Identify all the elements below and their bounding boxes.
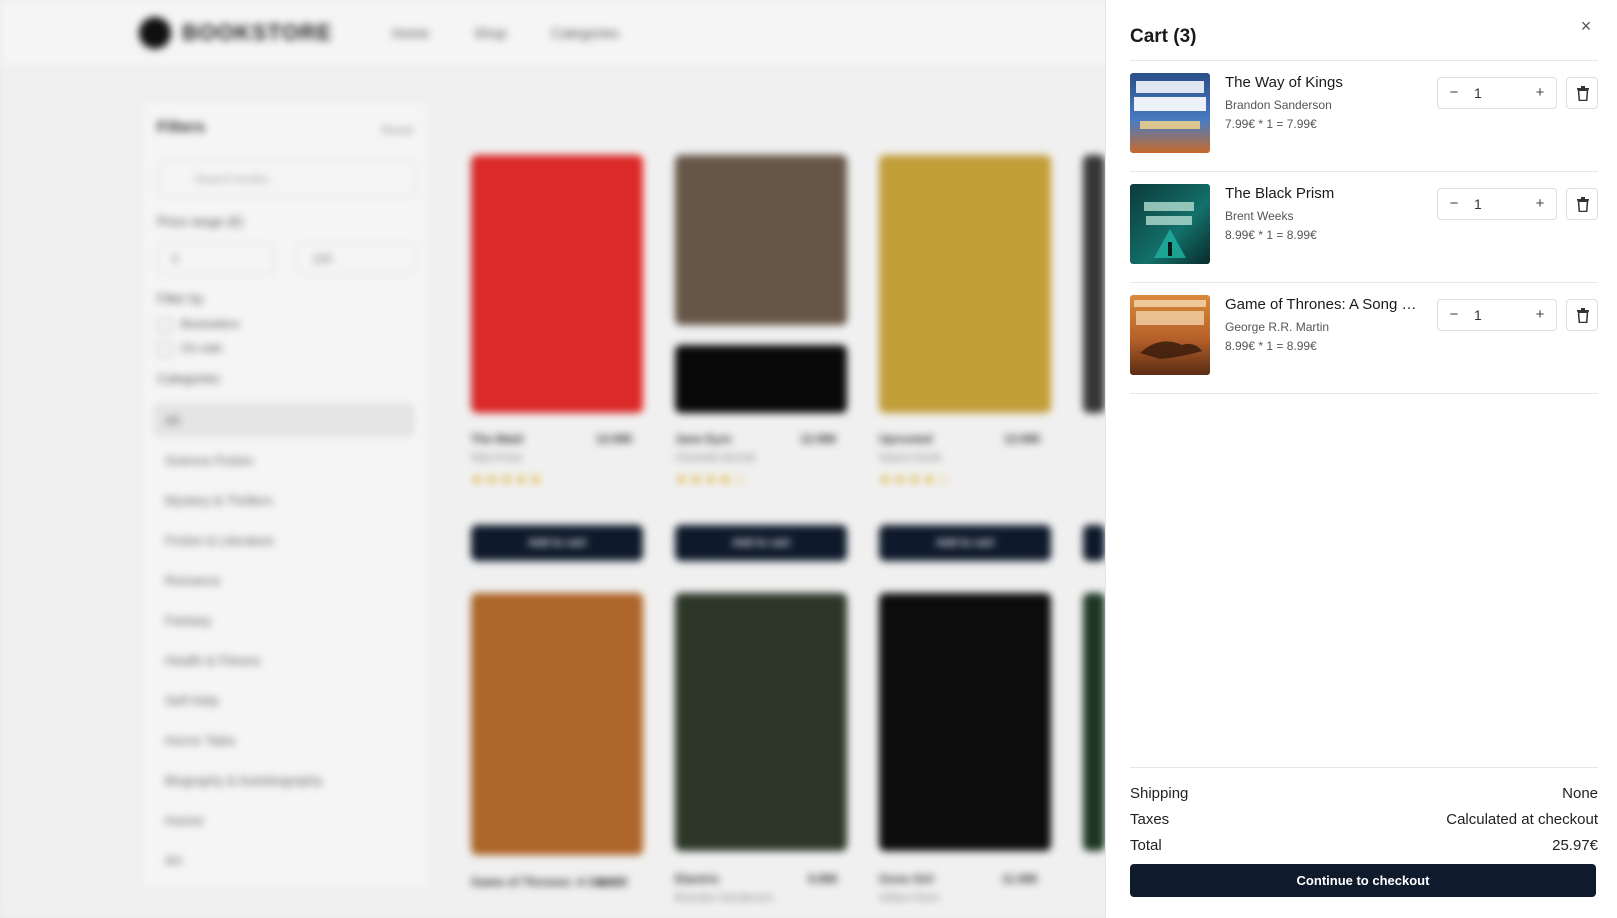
cart-item-price: 8.99€ * 1 = 8.99€ — [1225, 339, 1317, 353]
cart-item: The Black Prism Brent Weeks 8.99€ * 1 = … — [1130, 172, 1598, 283]
cart-item-title[interactable]: The Way of Kings — [1225, 74, 1420, 91]
taxes-value: Calculated at checkout — [1446, 811, 1598, 828]
quantity-value[interactable]: 1 — [1474, 300, 1504, 330]
cart-item-price: 7.99€ * 1 = 7.99€ — [1225, 117, 1317, 131]
trash-icon — [1577, 197, 1589, 212]
remove-item-button[interactable] — [1566, 77, 1598, 109]
trash-icon — [1577, 308, 1589, 323]
cart-item-author: Brandon Sanderson — [1225, 98, 1332, 112]
shipping-value: None — [1562, 785, 1598, 802]
increase-quantity-button[interactable]: + — [1524, 300, 1556, 330]
quantity-value[interactable]: 1 — [1474, 78, 1504, 108]
increase-quantity-button[interactable]: + — [1524, 78, 1556, 108]
shipping-label: Shipping — [1130, 785, 1189, 802]
cart-item-price: 8.99€ * 1 = 8.99€ — [1225, 228, 1317, 242]
quantity-stepper: − 1 + — [1437, 299, 1557, 331]
cart-item-author: George R.R. Martin — [1225, 320, 1330, 334]
increase-quantity-button[interactable]: + — [1524, 189, 1556, 219]
cart-item: Game of Thrones: A Song of Ice and Fire … — [1130, 283, 1598, 394]
book-cover-the-way-of-kings — [1130, 73, 1210, 153]
trash-icon — [1577, 86, 1589, 101]
quantity-value[interactable]: 1 — [1474, 189, 1504, 219]
continue-to-checkout-button[interactable]: Continue to checkout — [1130, 864, 1596, 897]
remove-item-button[interactable] — [1566, 299, 1598, 331]
total-label: Total — [1130, 837, 1162, 854]
total-value: 25.97€ — [1552, 837, 1598, 854]
drawer-backdrop[interactable] — [0, 0, 1105, 918]
shipping-row: Shipping None — [1130, 785, 1598, 805]
book-cover-game-of-thrones — [1130, 295, 1210, 375]
taxes-row: Taxes Calculated at checkout — [1130, 811, 1598, 831]
taxes-label: Taxes — [1130, 811, 1170, 828]
quantity-stepper: − 1 + — [1437, 188, 1557, 220]
decrease-quantity-button[interactable]: − — [1438, 189, 1470, 219]
decrease-quantity-button[interactable]: − — [1438, 78, 1470, 108]
cart-item-title[interactable]: Game of Thrones: A Song of Ice and Fire — [1225, 296, 1420, 313]
cart-item-author: Brent Weeks — [1225, 209, 1294, 223]
decrease-quantity-button[interactable]: − — [1438, 300, 1470, 330]
cart-item: The Way of Kings Brandon Sanderson 7.99€… — [1130, 61, 1598, 172]
close-icon[interactable]: × — [1575, 15, 1597, 37]
divider — [1130, 767, 1598, 768]
cart-drawer: Cart (3) × The Way of Kings Brandon Sand… — [1105, 0, 1617, 918]
cart-item-title[interactable]: The Black Prism — [1225, 185, 1420, 202]
total-row: Total 25.97€ — [1130, 837, 1598, 857]
quantity-stepper: − 1 + — [1437, 77, 1557, 109]
remove-item-button[interactable] — [1566, 188, 1598, 220]
book-cover-the-black-prism — [1130, 184, 1210, 264]
cart-title: Cart (3) — [1130, 26, 1197, 47]
